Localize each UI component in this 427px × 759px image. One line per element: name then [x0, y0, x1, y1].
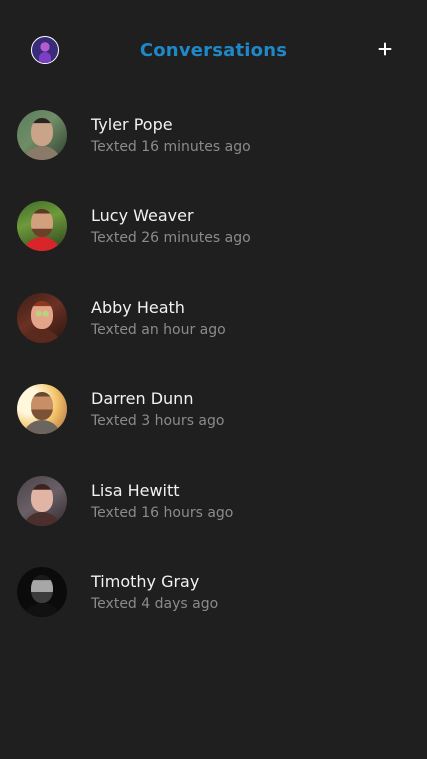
last-message-time: Texted 16 minutes ago [91, 139, 251, 155]
contact-name: Tyler Pope [91, 115, 173, 134]
conversation-item[interactable]: Darren Dunn Texted 3 hours ago [0, 378, 427, 469]
page-title: Conversations [139, 40, 288, 61]
conversation-item[interactable]: Lisa Hewitt Texted 16 hours ago [0, 470, 427, 561]
contact-name: Lucy Weaver [91, 206, 194, 226]
last-message-time: Texted 26 minutes ago [91, 230, 251, 247]
header: Conversations [0, 0, 427, 104]
conversation-list: Tyler Pope Texted 16 minutes ago Lucy We… [0, 104, 427, 652]
contact-name: Darren Dunn [91, 389, 194, 409]
contact-name: Lisa Hewitt [91, 480, 180, 500]
avatar [17, 201, 67, 252]
avatar [17, 384, 67, 435]
conversation-item[interactable]: Abby Heath Texted an hour ago [0, 287, 427, 378]
last-message-time: Texted 16 hours ago [91, 504, 234, 521]
add-conversation-button[interactable] [372, 36, 398, 62]
avatar [17, 475, 67, 526]
contact-name: Abby Heath [91, 297, 185, 317]
avatar [17, 566, 67, 617]
last-message-time: Texted 3 hours ago [91, 413, 225, 430]
conversations-screen: Conversations Tyler Pope Texted 16 minut… [0, 0, 427, 759]
avatar [17, 110, 67, 160]
contact-name: Timothy Gray [91, 571, 200, 591]
plus-icon [378, 42, 392, 56]
conversation-item[interactable]: Timothy Gray Texted 4 days ago [0, 561, 427, 652]
conversation-item[interactable]: Tyler Pope Texted 16 minutes ago [0, 104, 427, 195]
avatar [17, 292, 67, 343]
last-message-time: Texted 4 days ago [91, 595, 219, 612]
conversation-item[interactable]: Lucy Weaver Texted 26 minutes ago [0, 195, 427, 286]
last-message-time: Texted an hour ago [91, 321, 226, 338]
